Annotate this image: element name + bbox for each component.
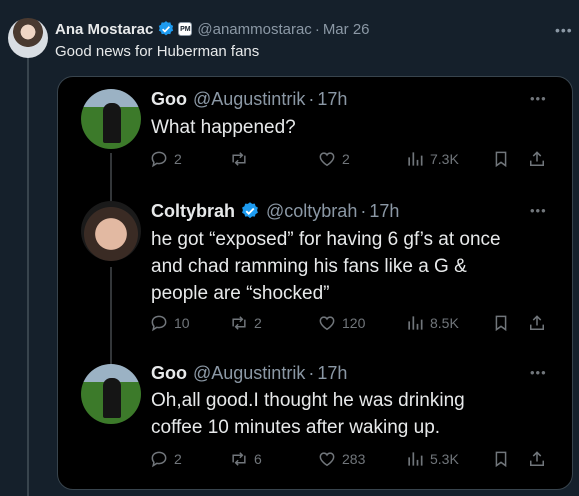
views-button[interactable]: 7.3K — [405, 149, 459, 169]
comment-icon — [151, 451, 167, 468]
quoted-screenshot: Goo @Augustintrik · 17h ••• What happene… — [57, 76, 573, 490]
heart-icon — [319, 316, 335, 331]
like-button[interactable]: 283 — [317, 449, 365, 469]
reply-time[interactable]: 17h — [369, 201, 399, 222]
reply-avatar[interactable] — [81, 89, 141, 149]
views-count: 8.5K — [430, 315, 459, 331]
retweet-icon — [232, 316, 246, 330]
retweet-icon — [232, 152, 246, 166]
reply-count: 10 — [174, 315, 190, 331]
retweet-count: 6 — [254, 451, 262, 467]
reply-count: 2 — [174, 151, 182, 167]
author-avatar[interactable] — [8, 18, 48, 58]
share-button[interactable] — [527, 449, 547, 469]
reply-header: Goo @Augustintrik · 17h — [151, 361, 347, 385]
views-icon — [408, 316, 423, 330]
heart-icon — [319, 452, 335, 467]
reply-button[interactable]: 2 — [149, 449, 182, 469]
reply-thread-line — [110, 267, 112, 365]
bookmark-button[interactable] — [491, 149, 511, 169]
views-button[interactable]: 5.3K — [405, 449, 459, 469]
share-button[interactable] — [527, 149, 547, 169]
more-icon[interactable]: ••• — [555, 22, 573, 38]
retweet-button[interactable] — [229, 149, 254, 169]
tweet-text: Good news for Huberman fans — [55, 43, 260, 60]
views-button[interactable]: 8.5K — [405, 313, 459, 333]
views-count: 5.3K — [430, 451, 459, 467]
share-icon — [530, 151, 544, 166]
retweet-button[interactable]: 2 — [229, 313, 262, 333]
reply-actions: 10 2 120 8.5K — [149, 313, 549, 333]
reply-name[interactable]: Goo — [151, 363, 187, 384]
reply-name[interactable]: Coltybrah — [151, 201, 235, 222]
author-name[interactable]: Ana Mostarac — [55, 21, 153, 38]
comment-icon — [151, 315, 167, 332]
bookmark-icon — [495, 315, 507, 332]
reply-actions: 2 2 7.3K — [149, 149, 549, 169]
separator-dot: · — [308, 88, 315, 109]
views-icon — [408, 452, 423, 466]
bookmark-icon — [495, 451, 507, 468]
like-count: 2 — [342, 151, 350, 167]
share-icon — [530, 315, 544, 330]
reply-more-icon[interactable]: ••• — [530, 91, 547, 106]
like-count: 283 — [342, 451, 366, 467]
reply-avatar[interactable] — [81, 201, 141, 261]
retweet-count: 2 — [254, 315, 262, 331]
bookmark-button[interactable] — [491, 449, 511, 469]
reply-header: Coltybrah @coltybrah · 17h — [151, 199, 399, 223]
bookmark-button[interactable] — [491, 313, 511, 333]
reply-name[interactable]: Goo — [151, 89, 187, 110]
separator-dot: · — [360, 200, 367, 221]
views-count: 7.3K — [430, 151, 459, 167]
like-button[interactable]: 2 — [317, 149, 350, 169]
share-button[interactable] — [527, 313, 547, 333]
reply-time[interactable]: 17h — [317, 89, 347, 110]
comment-icon — [151, 151, 167, 168]
reply-text: Oh,all good.I thought he was drinking co… — [151, 390, 465, 438]
separator-dot: · — [308, 362, 315, 383]
reply-handle[interactable]: @coltybrah — [266, 201, 357, 222]
like-button[interactable]: 120 — [317, 313, 365, 333]
separator-dot: · — [314, 20, 320, 38]
reply-header: Goo @Augustintrik · 17h — [151, 87, 347, 111]
retweet-icon — [232, 452, 246, 466]
reply-text: he got “exposed” for having 6 gf’s at on… — [151, 229, 501, 304]
verified-badge-icon — [242, 202, 258, 219]
reply-more-icon[interactable]: ••• — [530, 365, 547, 380]
author-handle[interactable]: @anammostarac — [197, 21, 311, 38]
heart-icon — [319, 152, 335, 167]
retweet-button[interactable]: 6 — [229, 449, 262, 469]
tweet-header: Ana Mostarac PM @anammostarac · Mar 26 — [55, 19, 370, 39]
reply-button[interactable]: 2 — [149, 149, 182, 169]
bookmark-icon — [495, 151, 507, 168]
reply-handle[interactable]: @Augustintrik — [193, 89, 305, 110]
reply-thread-line — [110, 153, 112, 203]
tweet-date[interactable]: Mar 26 — [323, 21, 370, 38]
reply-count: 2 — [174, 451, 182, 467]
like-count: 120 — [342, 315, 366, 331]
reply-handle[interactable]: @Augustintrik — [193, 363, 305, 384]
reply-actions: 2 6 283 5.3K — [149, 449, 549, 469]
thread-line — [27, 52, 29, 496]
views-icon — [408, 152, 423, 166]
reply-time[interactable]: 17h — [317, 363, 347, 384]
verified-badge-icon — [159, 21, 174, 36]
affiliate-badge: PM — [178, 22, 193, 36]
reply-text: What happened? — [151, 117, 296, 138]
reply-avatar[interactable] — [81, 364, 141, 424]
reply-more-icon[interactable]: ••• — [530, 203, 547, 218]
share-icon — [530, 451, 544, 466]
reply-button[interactable]: 10 — [149, 313, 190, 333]
